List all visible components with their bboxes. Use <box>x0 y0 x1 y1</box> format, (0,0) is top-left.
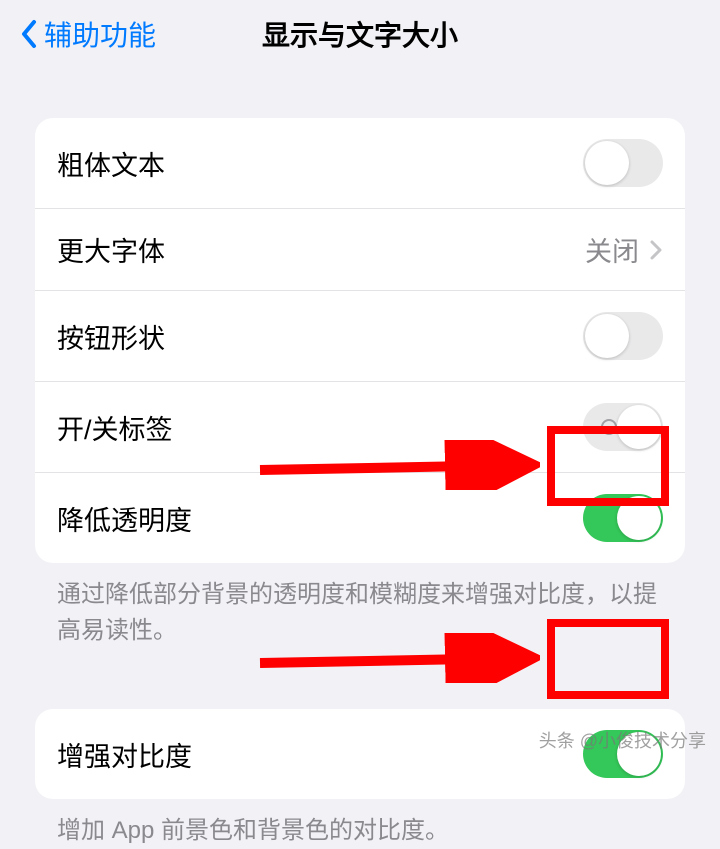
row-label: 开/关标签 <box>57 408 173 447</box>
chevron-right-icon <box>649 239 663 261</box>
toggle-on-off-labels[interactable] <box>583 403 663 451</box>
row-button-shapes[interactable]: 按钮形状 <box>35 290 685 381</box>
row-bold-text[interactable]: 粗体文本 <box>35 118 685 208</box>
back-label: 辅助功能 <box>44 14 156 54</box>
row-on-off-labels[interactable]: 开/关标签 <box>35 381 685 472</box>
page-title: 显示与文字大小 <box>262 14 458 54</box>
row-larger-text[interactable]: 更大字体 关闭 <box>35 208 685 290</box>
group2-footer: 增加 App 前景色和背景色的对比度。 <box>35 813 685 849</box>
settings-group-1: 粗体文本 更大字体 关闭 按钮形状 开/关标签 降低透明度 <box>35 118 685 563</box>
off-indicator-icon <box>601 419 617 435</box>
settings-group-2: 增强对比度 <box>35 709 685 799</box>
value-text: 关闭 <box>585 230 639 269</box>
back-button[interactable]: 辅助功能 <box>20 14 156 54</box>
toggle-button-shapes[interactable] <box>583 312 663 360</box>
toggle-bold-text[interactable] <box>583 139 663 187</box>
row-label: 更大字体 <box>57 230 165 269</box>
toggle-reduce-transparency[interactable] <box>583 494 663 542</box>
row-label: 粗体文本 <box>57 144 165 183</box>
watermark: 头条 @小俊技术分享 <box>539 727 706 753</box>
chevron-left-icon <box>20 19 38 49</box>
row-increase-contrast[interactable]: 增强对比度 <box>35 709 685 799</box>
row-reduce-transparency[interactable]: 降低透明度 <box>35 472 685 563</box>
row-label: 降低透明度 <box>57 499 192 538</box>
group1-footer: 通过降低部分背景的透明度和模糊度来增强对比度，以提高易读性。 <box>35 577 685 649</box>
navigation-bar: 辅助功能 显示与文字大小 <box>0 0 720 68</box>
row-label: 增强对比度 <box>57 735 192 774</box>
row-value: 关闭 <box>585 230 663 269</box>
row-label: 按钮形状 <box>57 317 165 356</box>
